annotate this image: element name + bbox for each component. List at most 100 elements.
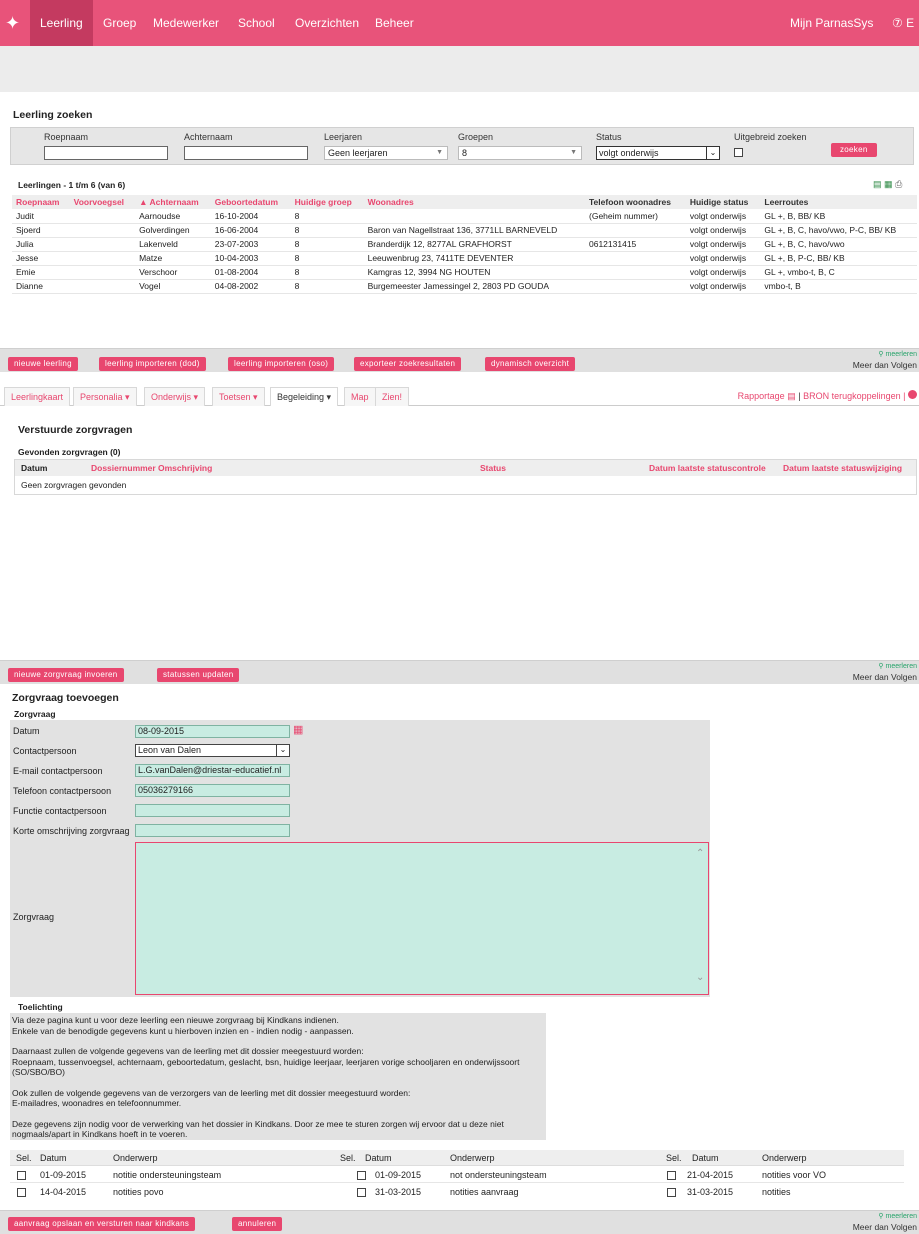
zorgvraag-label: Zorgvraag [13,912,55,922]
zoeken-button[interactable]: zoeken [831,143,877,157]
status-select[interactable]: volgt onderwijs ⌄ [596,146,720,160]
leerjaren-select[interactable]: Geen leerjaren ▼ [324,146,448,160]
nieuwe-zorgvraag-button[interactable]: nieuwe zorgvraag invoeren [8,668,124,682]
exporteer-button[interactable]: exporteer zoekresultaten [354,357,462,371]
tab-begeleiding[interactable]: Begeleiding ▾ [270,387,339,406]
functie-label: Functie contactpersoon [13,806,107,816]
rapportage-link[interactable]: Rapportage [738,391,785,401]
notitie-checkbox[interactable] [17,1171,26,1180]
notitie-checkbox[interactable] [17,1188,26,1197]
uitgebreid-checkbox[interactable] [734,148,743,157]
alert-icon[interactable] [908,390,917,399]
col-datum: Datum [40,1153,67,1163]
meer-dan-volgen[interactable]: ⚲ meerleren Meer dan Volgen [853,662,917,682]
col-dossiernummer[interactable]: Dossiernummer [91,463,156,473]
cell: GL +, B, C, havo/vwo [760,237,917,252]
user-icon: ⚲ [878,663,884,670]
nav-school[interactable]: School [228,0,285,46]
nav-medewerker[interactable]: Medewerker [143,0,229,46]
form-title: Zorgvraag toevoegen [12,692,119,704]
print-icon[interactable]: ⎙ [895,179,902,189]
tab-zien[interactable]: Zien! [375,387,410,406]
meer-icon-label: meerleren [885,351,917,358]
korte-omschrijving-input[interactable] [135,824,290,837]
toelichting-title: Toelichting [18,1002,63,1012]
meer-dan-volgen[interactable]: ⚲ meerleren Meer dan Volgen [853,1212,917,1232]
calendar-icon[interactable]: ▦ [293,723,303,736]
pdf-icon[interactable]: ▤ [873,179,882,189]
nav-beheer[interactable]: Beheer [365,0,424,46]
bron-link[interactable]: BRON terugkoppelingen | [803,391,905,401]
functie-input[interactable] [135,804,290,817]
datum-label: Datum [13,726,40,736]
notitie-checkbox[interactable] [667,1188,676,1197]
table-row[interactable]: Julia Lakenveld 23-07-2003 8 Branderdijk 12,… [12,237,917,252]
cell: 8 [290,209,364,224]
col-onderwerp: Onderwerp [113,1153,158,1163]
telefoon-input[interactable]: 05036279166 [135,784,290,797]
toelichting-p1: Via deze pagina kunt u voor deze leerlin… [12,1015,339,1025]
groepen-select[interactable]: 8 ▼ [458,146,582,160]
col-roepnaam[interactable]: Roepnaam [12,195,70,209]
contact-select[interactable]: Leon van Dalen ⌄ [135,744,290,757]
notitie-checkbox[interactable] [667,1171,676,1180]
meer-dan-volgen[interactable]: ⚲ meerleren Meer dan Volgen [853,350,917,370]
nav-overzichten[interactable]: Overzichten [285,0,369,46]
cell [585,279,686,294]
tab-onderwijs[interactable]: Onderwijs ▾ [144,387,206,406]
excel-icon[interactable]: ▦ [884,179,893,189]
table-row[interactable]: Sjoerd Golverdingen 16-06-2004 8 Baron van N… [12,223,917,238]
datum-input[interactable]: 08-09-2015 [135,725,290,738]
achternaam-input[interactable] [184,146,308,160]
scroll-down-icon[interactable]: ⌄ [696,972,704,983]
col-woonadres[interactable]: Woonadres [364,195,585,209]
col-statuscontrole[interactable]: Datum laatste statuscontrole [649,463,766,473]
table-row[interactable]: Judit Aarnoudse 16-10-2004 8 (Geheim nummer)… [12,209,917,224]
roepnaam-input[interactable] [44,146,168,160]
meer-label: Meer dan Volgen [852,360,917,370]
nav-mijn-parnassys[interactable]: Mijn ParnasSys [790,0,873,46]
nav-groep[interactable]: Groep [93,0,146,46]
col-voorvoegsel[interactable]: Voorvoegsel [70,195,135,209]
cell: Baron van Nagellstraat 136, 3771LL BARNE… [363,223,585,238]
opslaan-versturen-button[interactable]: aanvraag opslaan en versturen naar kindk… [8,1217,196,1231]
tab-map[interactable]: Map [344,387,376,406]
help-icon[interactable]: ⑦ E [892,0,914,46]
email-input[interactable]: L.G.vanDalen@driestar-educatief.nl [135,764,290,777]
status-value: volgt onderwijs [599,148,659,158]
col-datum: Datum [365,1153,392,1163]
nav-leerling[interactable]: Leerling [30,0,93,46]
tab-toetsen[interactable]: Toetsen ▾ [212,387,265,406]
notitie-onderwerp: notities aanvraag [450,1187,519,1197]
zorgvraag-textarea[interactable] [135,842,709,995]
tab-personalia[interactable]: Personalia ▾ [73,387,137,406]
importeren-dod-button[interactable]: leerling importeren (dod) [99,357,206,371]
table-row[interactable]: Emie Verschoor 01-08-2004 8 Kamgras 12, 3994… [12,265,917,280]
notitie-checkbox[interactable] [357,1171,366,1180]
action-bar-aanvraag: aanvraag opslaan en versturen naar kindk… [0,1210,919,1234]
col-omschrijving[interactable]: Omschrijving [158,463,212,473]
dynamisch-overzicht-button[interactable]: dynamisch overzicht [485,357,576,371]
col-achternaam[interactable]: ▲ Achternaam [135,195,211,209]
table-row[interactable]: Jesse Matze 10-04-2003 8 Leeuwenbrug 23, 741… [12,251,917,266]
cell: Leeuwenbrug 23, 7411TE DEVENTER [363,251,585,266]
user-icon: ⚲ [878,351,884,358]
top-navigation: ✦ Leerling Groep Medewerker School Overz… [0,0,919,46]
tab-leerlingkaart[interactable]: Leerlingkaart [4,387,71,406]
col-status[interactable]: Status [480,463,506,473]
parnassys-logo-icon[interactable]: ✦ [5,10,21,36]
zorgvraag-form: Datum 08-09-2015 ▦ Contactpersoon Leon v… [10,720,710,997]
col-huidige-groep[interactable]: Huidige groep [291,195,364,209]
importeren-oso-button[interactable]: leerling importeren (oso) [228,357,335,371]
results-title: Leerlingen - 1 t/m 6 (van 6) [18,180,126,190]
cell: 01-08-2004 [210,265,291,280]
notitie-onderwerp: not ondersteuningsteam [450,1170,547,1180]
annuleren-button[interactable]: annuleren [232,1217,283,1231]
notitie-checkbox[interactable] [357,1188,366,1197]
table-row[interactable]: Dianne Vogel 04-08-2002 8 Burgemeester James… [12,279,917,294]
col-geboortedatum[interactable]: Geboortedatum [211,195,291,209]
nieuwe-leerling-button[interactable]: nieuwe leerling [8,357,78,371]
scroll-up-icon[interactable]: ⌃ [696,848,704,859]
col-statuswijziging[interactable]: Datum laatste statuswijziging [783,463,902,473]
statussen-updaten-button[interactable]: statussen updaten [157,668,240,682]
